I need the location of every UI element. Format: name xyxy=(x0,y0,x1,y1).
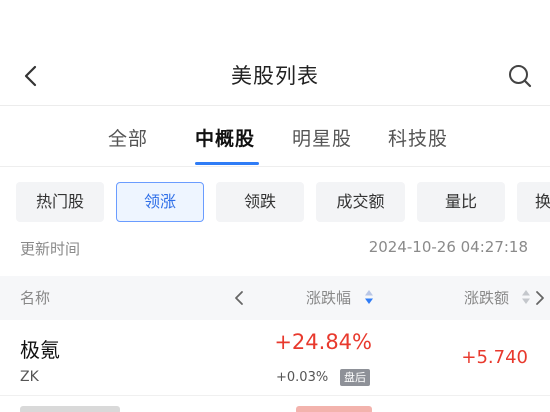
table-row[interactable]: 极氪 ZK +24.84% +0.03% 盘后 +5.740 xyxy=(0,320,550,396)
table-header: 名称 涨跌幅 涨跌额 xyxy=(0,276,550,320)
active-tab-indicator xyxy=(195,162,259,165)
sort-desc-icon[interactable] xyxy=(364,289,374,305)
column-name-header: 名称 xyxy=(20,289,51,307)
chip-hot[interactable]: 热门股 xyxy=(16,182,104,222)
divider xyxy=(0,166,550,167)
tab-star-stocks[interactable]: 明星股 xyxy=(292,124,352,151)
category-tabs: 全部 中概股 明星股 科技股 xyxy=(0,106,550,166)
chip-volume-ratio[interactable]: 量比 xyxy=(417,182,505,222)
chip-top-losers[interactable]: 领跌 xyxy=(216,182,304,222)
column-change-amt-header[interactable]: 涨跌额 xyxy=(464,287,509,308)
tab-tech-stocks[interactable]: 科技股 xyxy=(388,124,448,151)
chevron-left-icon[interactable] xyxy=(232,289,246,307)
update-time-value: 2024-10-26 04:27:18 xyxy=(368,238,528,256)
stock-change-amt: +5.740 xyxy=(461,347,528,368)
chip-top-gainers[interactable]: 领涨 xyxy=(116,182,204,222)
tab-all[interactable]: 全部 xyxy=(108,124,148,151)
sort-filter-chips: 热门股 领涨 领跌 成交额 量比 换 xyxy=(0,182,550,222)
chevron-right-icon[interactable] xyxy=(534,289,546,307)
next-row-name-fragment xyxy=(20,406,120,412)
sort-icon[interactable] xyxy=(521,289,531,305)
update-time-label: 更新时间 xyxy=(20,240,81,258)
chip-turnover-rate[interactable]: 换 xyxy=(517,182,550,222)
next-row-cut-off xyxy=(0,397,550,412)
column-change-pct-header[interactable]: 涨跌幅 xyxy=(306,287,351,308)
page-title: 美股列表 xyxy=(231,64,319,88)
stock-name: 极氪 xyxy=(20,338,60,362)
next-row-pct-fragment xyxy=(296,406,372,412)
after-hours-change: +0.03% xyxy=(276,370,329,385)
stock-code: ZK xyxy=(20,369,39,385)
tab-china-concept[interactable]: 中概股 xyxy=(195,124,255,151)
after-hours-badge: 盘后 xyxy=(340,369,370,386)
chip-turnover[interactable]: 成交额 xyxy=(316,182,405,222)
stock-change-pct: +24.84% xyxy=(274,330,372,354)
search-icon[interactable] xyxy=(506,62,534,90)
top-nav-bar: 美股列表 xyxy=(0,0,550,106)
